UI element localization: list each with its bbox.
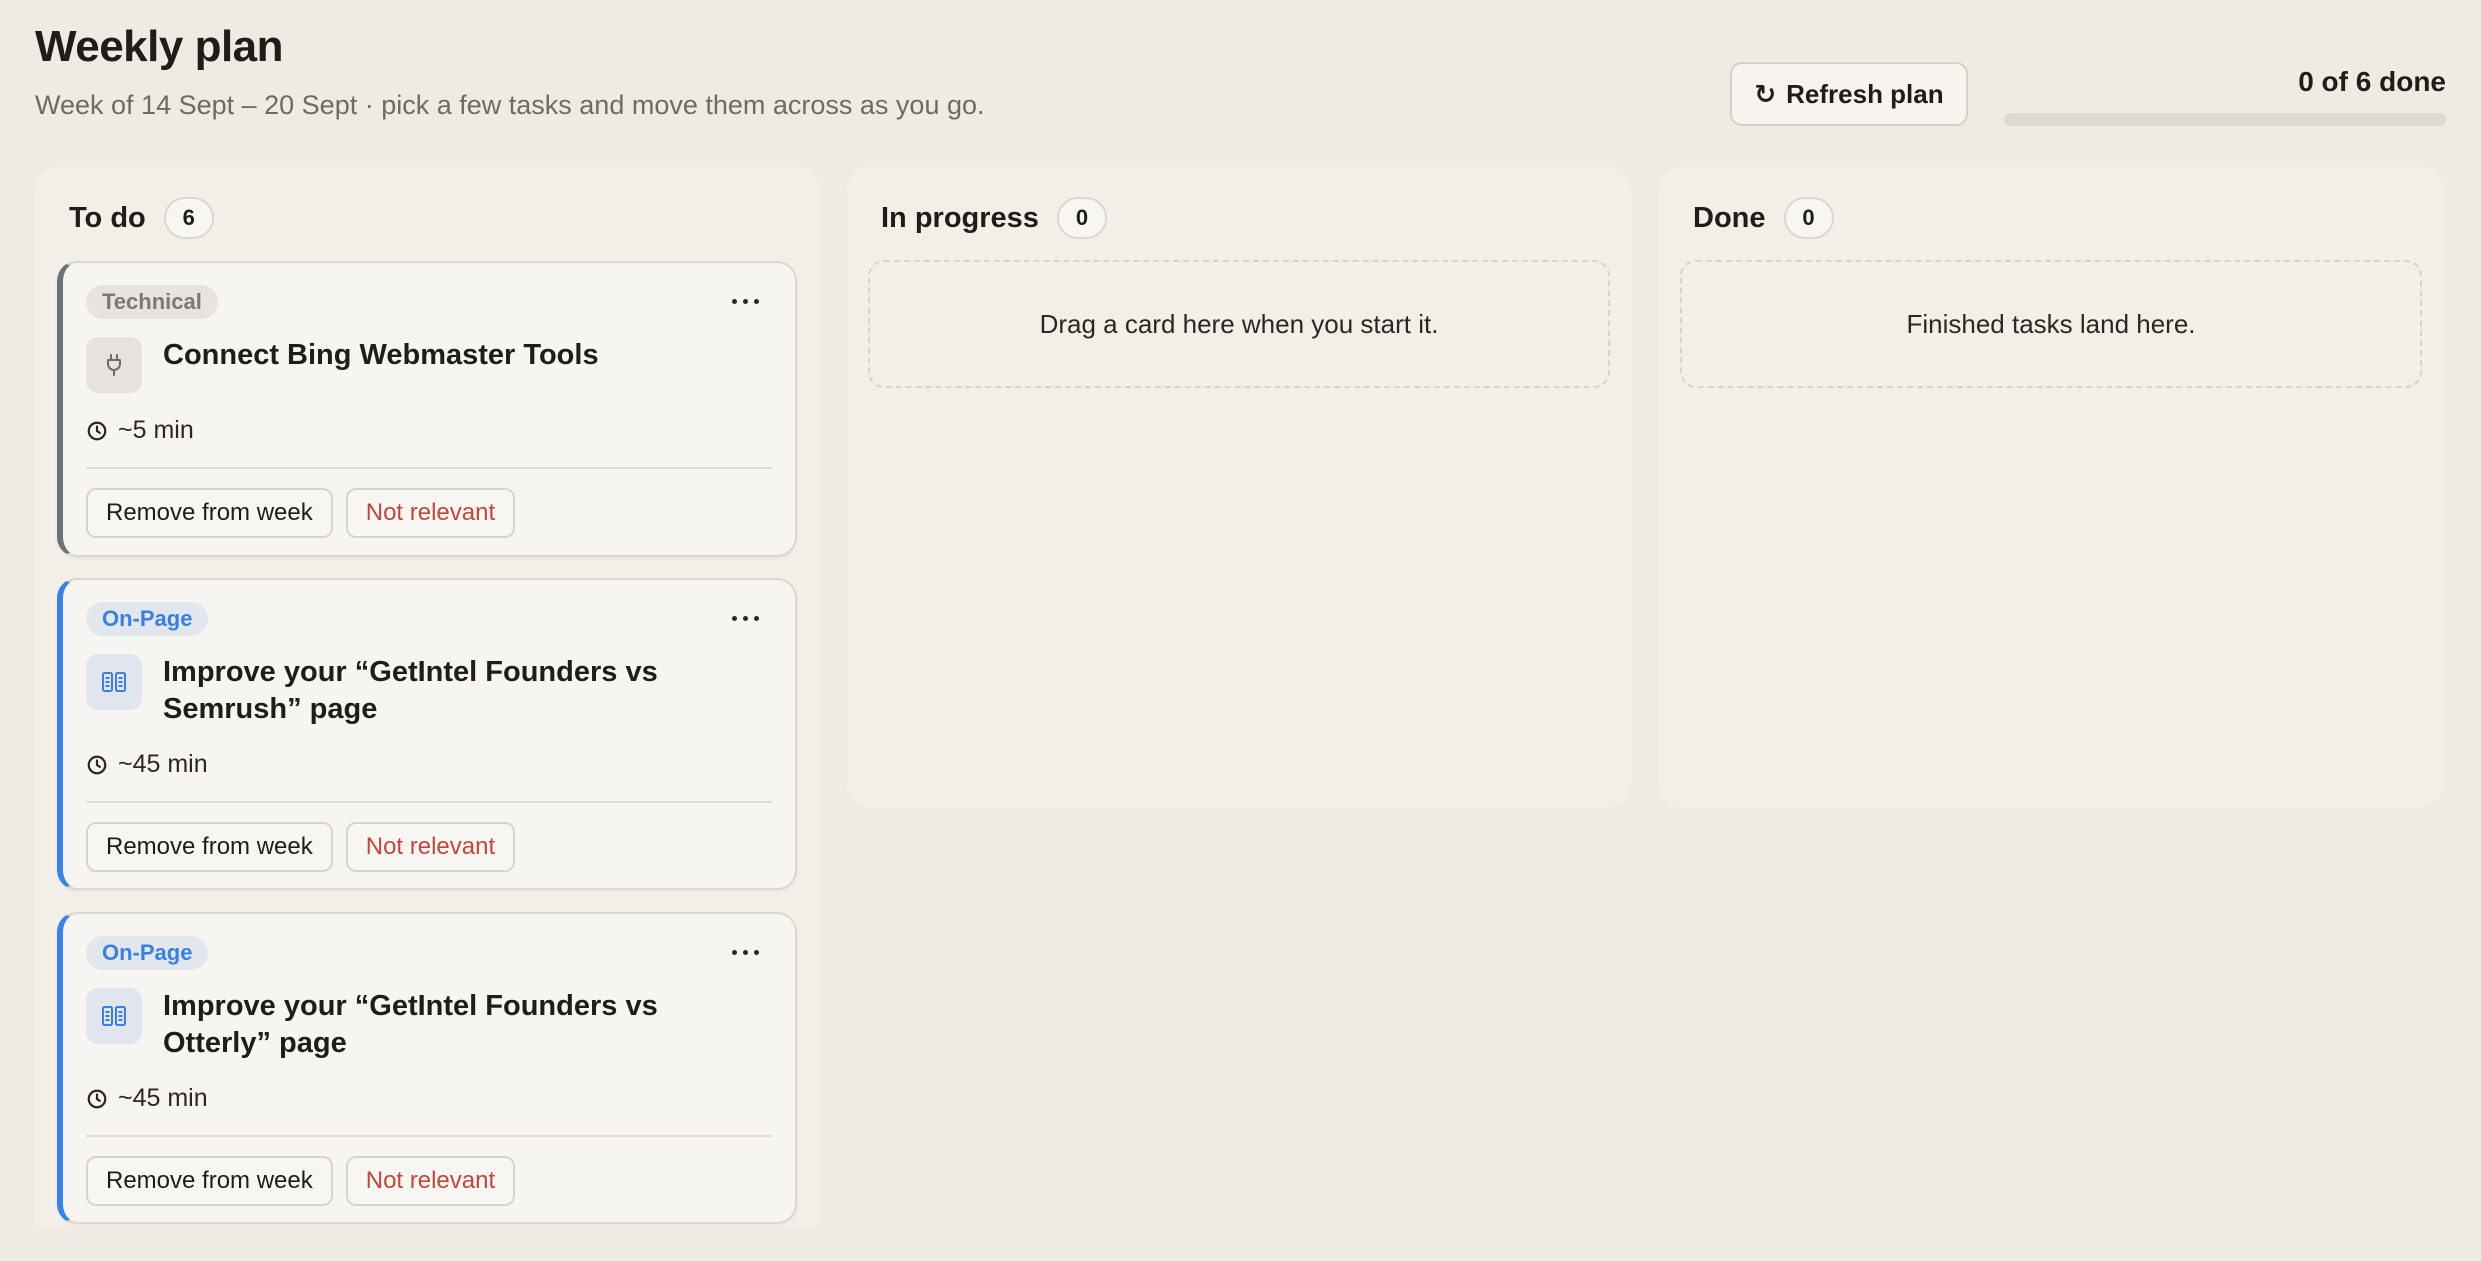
page-title: Weekly plan [35,22,284,71]
remove-from-week-button[interactable]: Remove from week [86,488,333,538]
duration-text: ~45 min [118,750,208,778]
page-icon [86,654,142,710]
duration-text: ~45 min [118,1084,208,1112]
column-header-todo: To do 6 [69,197,214,239]
dot [742,949,748,955]
not-relevant-button[interactable]: Not relevant [345,488,516,538]
duration-text: ~5 min [118,416,194,444]
clock-icon [87,755,107,774]
page-subtitle: Week of 14 Sept – 20 Sept · pick a few t… [35,90,985,120]
not-relevant-button[interactable]: Not relevant [345,822,516,872]
category-tag: Technical [86,285,218,319]
column-header-in-progress: In progress 0 [881,197,1107,239]
task-title: Improve your “GetIntel Founders vs Otter… [163,990,658,1059]
column-in-progress: In progress 0 Drag a card here when you … [847,167,1631,807]
page-icon [86,988,142,1044]
task-duration: ~5 min [86,416,194,445]
dot [731,298,737,304]
column-header-done: Done 0 [1693,197,1834,239]
remove-from-week-button[interactable]: Remove from week [86,822,333,872]
more-options-button[interactable] [725,289,765,313]
weekly-plan-page: Weekly plan Week of 14 Sept – 20 Sept · … [0,0,2481,1261]
card-divider [86,1135,772,1137]
column-count-badge: 0 [1056,197,1107,239]
column-done: Done 0 Finished tasks land here. [1659,167,2443,807]
more-options-button[interactable] [725,606,765,630]
more-options-button[interactable] [725,940,765,964]
dot [742,615,748,621]
column-title: Done [1693,201,1766,234]
column-todo: To do 6 Technical Connect Bing Webmaster… [35,167,819,1227]
column-count-badge: 6 [163,197,214,239]
plug-icon [86,337,142,393]
dot [753,615,759,621]
not-relevant-button[interactable]: Not relevant [345,1156,516,1206]
dot [731,949,737,955]
card-actions: Remove from week Not relevant [86,488,516,538]
dot [753,949,759,955]
task-card[interactable]: On-Page Improve your “GetIntel Founders … [57,912,797,1224]
remove-from-week-button[interactable]: Remove from week [86,1156,333,1206]
refresh-plan-button[interactable]: ↻ Refresh plan [1730,62,1968,126]
card-actions: Remove from week Not relevant [86,1156,516,1206]
card-divider [86,801,772,803]
dot [742,298,748,304]
task-duration: ~45 min [86,750,208,779]
done-dropzone[interactable]: Finished tasks land here. [1680,260,2422,388]
progress-label: 0 of 6 done [2298,66,2446,97]
column-title: To do [69,201,146,234]
column-count-badge: 0 [1783,197,1834,239]
task-card[interactable]: On-Page Improve your “GetIntel Founders … [57,578,797,890]
card-actions: Remove from week Not relevant [86,822,516,872]
dot [731,615,737,621]
task-title: Connect Bing Webmaster Tools [163,339,599,371]
task-card[interactable]: Technical Connect Bing Webmaster Tools ~… [57,261,797,557]
refresh-plan-label: Refresh plan [1786,78,1944,109]
task-title: Improve your “GetIntel Founders vs Semru… [163,656,658,725]
clock-icon [87,421,107,440]
in-progress-dropzone[interactable]: Drag a card here when you start it. [868,260,1610,388]
category-tag: On-Page [86,936,209,970]
progress-bar [2004,113,2446,126]
task-duration: ~45 min [86,1084,208,1113]
column-title: In progress [881,201,1039,234]
clock-icon [87,1089,107,1108]
refresh-icon: ↻ [1754,79,1777,109]
dot [753,298,759,304]
card-divider [86,467,772,469]
category-tag: On-Page [86,602,209,636]
